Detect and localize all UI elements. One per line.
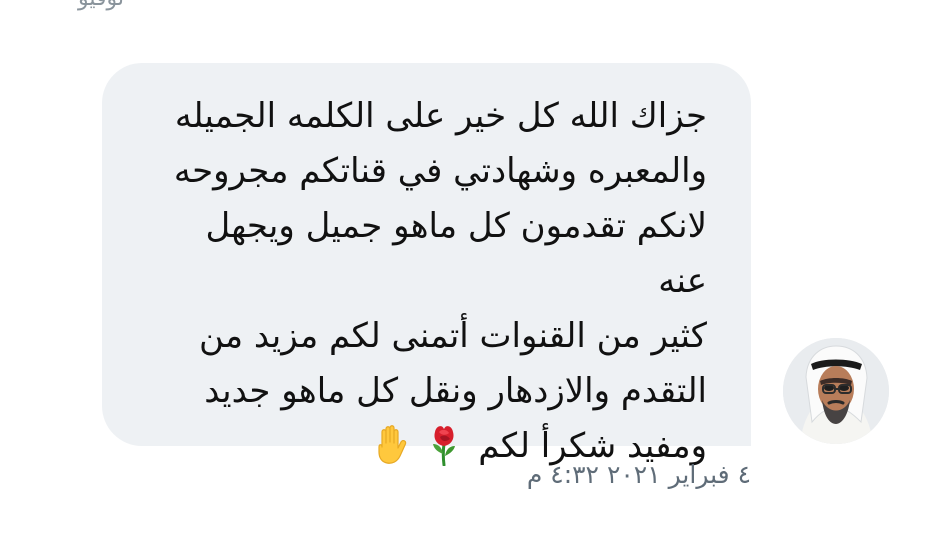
message-line-5: التقدم والازدهار ونقل كل ماهو جديد [204, 371, 707, 411]
message-timestamp: ٤ فبراير ٢٠٢١ ٤:٣٢ م [526, 460, 751, 489]
message-text: جزاك الله كل خير على الكلمه الجميله والم… [146, 89, 707, 475]
raised-hand-icon [372, 420, 410, 475]
avatar[interactable] [783, 338, 889, 444]
previous-message-fragment: نوفيو [78, 0, 124, 11]
message-line-3: لانكم تقدمون كل ماهو جميل ويجهل عنه [205, 206, 707, 301]
message-line-1: جزاك الله كل خير على الكلمه الجميله [174, 96, 707, 136]
message-line-2: والمعبره وشهادتي في قناتكم مجروحه [173, 151, 707, 191]
message-line-4: كثير من القنوات أتمنى لكم مزيد من [199, 316, 707, 356]
message-bubble[interactable]: جزاك الله كل خير على الكلمه الجميله والم… [102, 63, 751, 467]
rose-icon [428, 420, 460, 475]
chat-screen: نوفيو جزاك الله كل خير على الكلمه الجميل… [0, 0, 934, 540]
